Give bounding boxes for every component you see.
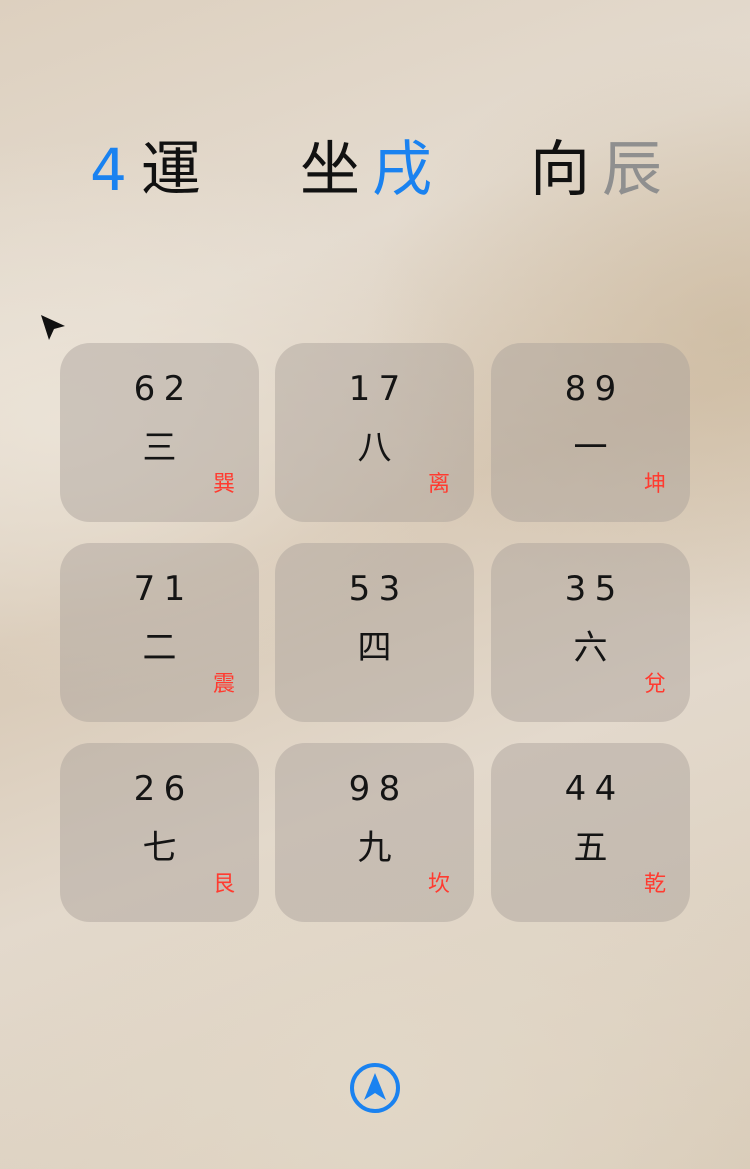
base-star: 五 [573,828,608,868]
mountain-star: 6 [133,369,156,409]
water-star: 9 [594,369,617,409]
trigram-label: 艮 [212,872,235,897]
mountain-star: 1 [348,369,371,409]
base-star: 九 [357,828,392,868]
trigram-label: 坤 [643,472,666,497]
facing-value: 辰 [602,135,662,205]
chart-header: 4 運 坐 戌 向 辰 [0,134,750,206]
period-indicator[interactable]: 4 運 [90,134,201,206]
trigram-label: 离 [427,472,450,497]
palace-cell-southeast[interactable]: 62 三 巽 [60,343,259,522]
star-numbers: 26 [60,769,259,809]
base-star: 八 [357,428,392,468]
sitting-indicator[interactable]: 坐 戌 [300,134,432,206]
star-numbers: 44 [491,769,690,809]
water-star: 4 [594,769,617,809]
palace-cell-southwest[interactable]: 89 一 坤 [491,343,690,522]
star-numbers: 35 [491,569,690,609]
facing-indicator[interactable]: 向 辰 [530,134,662,206]
sitting-label: 坐 [300,135,360,205]
facing-label: 向 [530,135,590,205]
trigram-label: 兌 [643,672,666,697]
palace-cell-northwest[interactable]: 44 五 乾 [491,743,690,922]
water-star: 2 [163,369,186,409]
palace-cell-west[interactable]: 35 六 兌 [491,543,690,722]
base-star: 一 [573,428,608,468]
base-star: 二 [142,628,177,668]
water-star: 8 [378,769,401,809]
water-star: 7 [378,369,401,409]
trigram-label: 震 [212,672,235,697]
water-star: 1 [163,569,186,609]
palace-cell-northeast[interactable]: 26 七 艮 [60,743,259,922]
base-star: 六 [573,628,608,668]
mountain-star: 3 [564,569,587,609]
base-star: 三 [142,428,177,468]
mountain-star: 9 [348,769,371,809]
star-numbers: 98 [275,769,474,809]
mountain-star: 2 [133,769,156,809]
sitting-value: 戌 [372,135,432,205]
period-label: 運 [140,135,201,205]
pointer-cursor-icon [41,315,65,340]
palace-cell-center[interactable]: 53 四 [275,543,474,722]
star-numbers: 89 [491,369,690,409]
star-numbers: 17 [275,369,474,409]
mountain-star: 5 [348,569,371,609]
trigram-label: 坎 [427,872,450,897]
star-numbers: 71 [60,569,259,609]
mountain-star: 8 [564,369,587,409]
star-numbers: 62 [60,369,259,409]
water-star: 3 [378,569,401,609]
mountain-star: 7 [133,569,156,609]
water-star: 5 [594,569,617,609]
navigation-arrow-icon[interactable] [349,1062,401,1114]
palace-cell-east[interactable]: 71 二 震 [60,543,259,722]
trigram-label: 乾 [643,872,666,897]
palace-cell-south[interactable]: 17 八 离 [275,343,474,522]
period-number: 4 [90,136,127,204]
mountain-star: 4 [564,769,587,809]
water-star: 6 [163,769,186,809]
star-numbers: 53 [275,569,474,609]
base-star: 四 [357,628,392,668]
base-star: 七 [142,828,177,868]
trigram-label: 巽 [212,472,235,497]
flying-star-grid: 62 三 巽 17 八 离 89 一 坤 71 二 震 53 四 35 六 兌 … [60,343,690,923]
palace-cell-north[interactable]: 98 九 坎 [275,743,474,922]
